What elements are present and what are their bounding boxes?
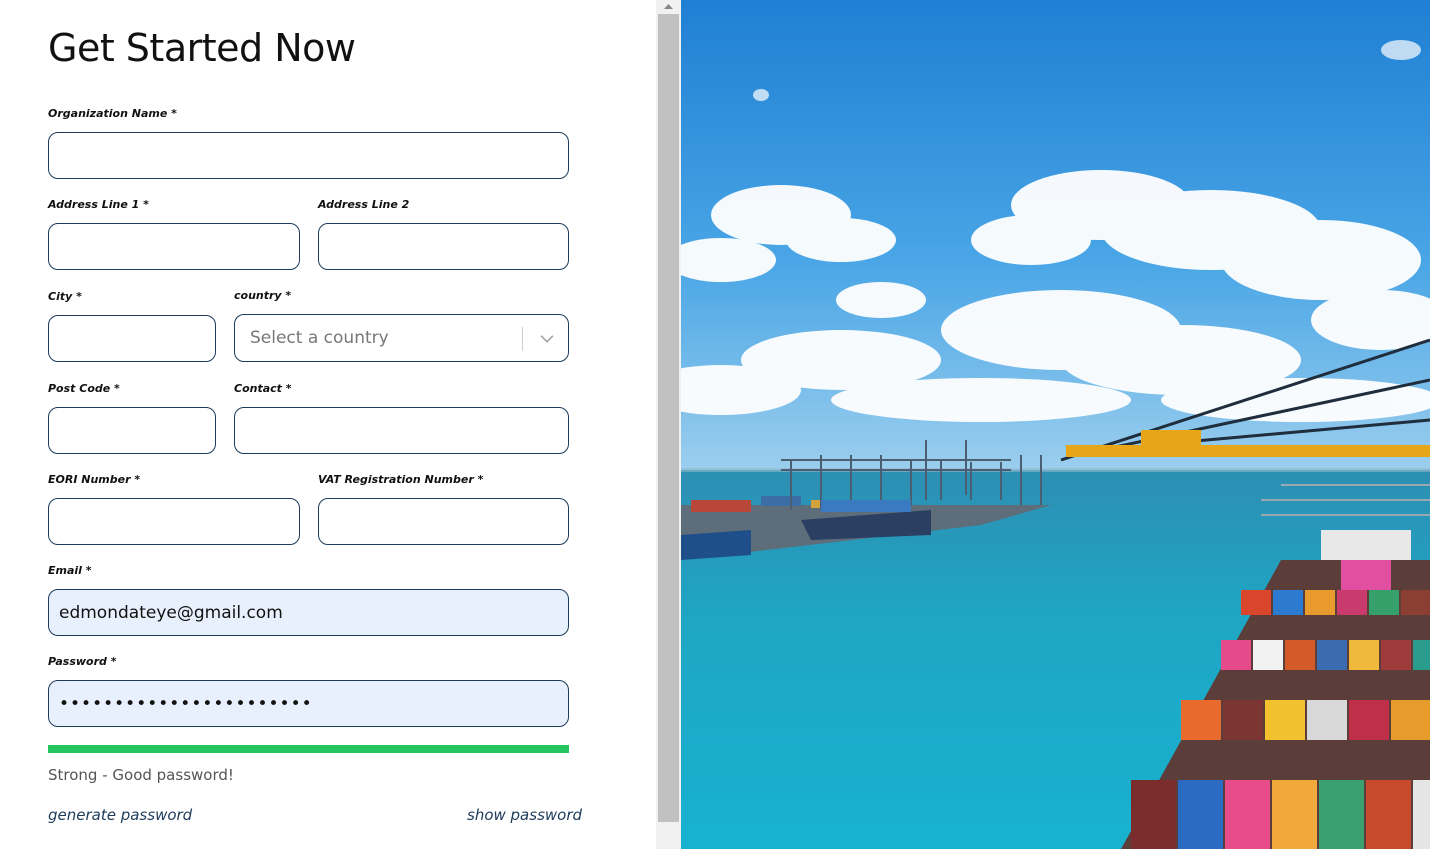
vat-input[interactable] [318,498,569,545]
postcode-input[interactable] [48,407,216,454]
address-line2-label: Address Line 2 [318,198,410,211]
address-line1-label: Address Line 1 * [48,198,149,211]
password-strength-text: Strong - Good password! [48,766,234,784]
email-label: Email * [48,564,92,577]
select-separator [522,327,523,351]
show-password-link[interactable]: show password [467,806,582,824]
org-name-label: Organization Name * [48,107,177,120]
port-hero-image [681,0,1430,849]
address-line2-input[interactable] [318,223,569,270]
email-input[interactable] [48,589,569,636]
signup-panel: Get Started Now Organization Name * Addr… [0,0,656,849]
postcode-label: Post Code * [48,382,120,395]
password-label: Password * [48,655,117,668]
password-strength-bar [48,745,569,753]
city-input[interactable] [48,315,216,362]
country-label: country * [234,289,292,302]
eori-label: EORI Number * [48,473,141,486]
contact-input[interactable] [234,407,569,454]
org-name-input[interactable] [48,132,569,179]
password-input[interactable] [48,680,569,727]
country-select[interactable]: Select a country [234,314,569,362]
chevron-down-icon[interactable] [538,330,556,348]
arrow-up-icon[interactable] [656,0,681,14]
vat-label: VAT Registration Number * [318,473,484,486]
container-port-illustration [681,0,1430,849]
page-title: Get Started Now [48,26,356,70]
scrollbar[interactable] [656,0,681,849]
scrollbar-thumb[interactable] [658,14,679,822]
generate-password-link[interactable]: generate password [48,806,192,824]
contact-label: Contact * [234,382,292,395]
address-line1-input[interactable] [48,223,300,270]
city-label: City * [48,290,82,303]
eori-input[interactable] [48,498,300,545]
country-placeholder: Select a country [250,328,389,348]
